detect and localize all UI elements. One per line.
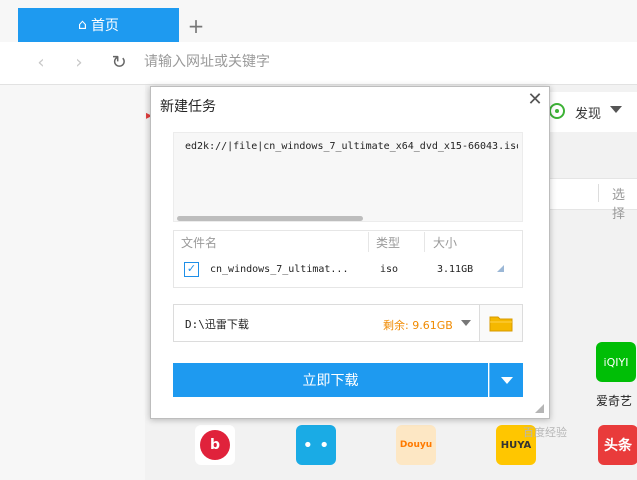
url-scrollbar[interactable]	[177, 216, 363, 221]
chevron-down-icon[interactable]	[610, 106, 622, 113]
dialog-resize-icon[interactable]	[535, 404, 544, 413]
free-space-label: 剩余: 9.61GB	[383, 319, 453, 332]
tv-icon[interactable]: • •	[296, 425, 336, 465]
file-size: 3.11GB	[437, 264, 474, 275]
column-divider	[424, 232, 425, 252]
forward-icon[interactable]: ›	[68, 52, 90, 74]
chevron-down-icon[interactable]	[461, 320, 471, 326]
header-filename: 文件名	[181, 236, 218, 250]
bilibili-icon[interactable]: b	[195, 425, 235, 465]
file-type: iso	[380, 264, 399, 275]
tab-home-label: 首页	[90, 18, 119, 34]
header-type: 类型	[376, 236, 401, 250]
discover-label[interactable]: 发现	[575, 103, 601, 122]
new-tab-button[interactable]: +	[186, 14, 206, 38]
resize-grip-icon	[497, 265, 504, 272]
douyu-icon[interactable]: Douyu	[396, 425, 436, 465]
search-divider	[598, 184, 599, 202]
address-input[interactable]: 请输入网址或关键字	[144, 52, 444, 72]
iqiyi-icon[interactable]: iQIYI	[596, 342, 636, 382]
file-name: cn_windows_7_ultimat...	[210, 264, 349, 275]
iqiyi-label[interactable]: 爱奇艺	[596, 392, 632, 409]
header-size: 大小	[433, 236, 458, 250]
home-icon: ⌂	[78, 17, 87, 33]
save-path-text[interactable]: D:\迅雷下载	[185, 316, 249, 332]
url-text[interactable]: ed2k://|file|cn_windows_7_ultimate_x64_d…	[185, 141, 518, 152]
page-left-area	[0, 85, 145, 480]
tab-home[interactable]: ⌂ 首页	[18, 8, 179, 42]
column-divider	[368, 232, 369, 252]
watermark: 百度经验	[523, 426, 567, 439]
refresh-icon[interactable]: ↻	[108, 52, 130, 74]
browse-folder-button[interactable]	[479, 304, 523, 342]
chevron-down-icon	[500, 376, 513, 384]
file-table	[173, 230, 523, 288]
file-checkbox[interactable]: ✓	[184, 262, 199, 277]
toutiao-icon[interactable]: 头条	[598, 425, 637, 465]
folder-icon	[489, 316, 513, 332]
back-icon[interactable]: ‹	[30, 52, 52, 74]
download-now-button[interactable]: 立即下载	[173, 363, 488, 397]
download-options-button[interactable]	[489, 363, 523, 397]
search-select-label[interactable]: 选择	[612, 184, 637, 222]
dialog-title: 新建任务	[160, 99, 216, 115]
discover-icon[interactable]	[549, 103, 565, 119]
close-icon[interactable]: ✕	[527, 91, 543, 109]
